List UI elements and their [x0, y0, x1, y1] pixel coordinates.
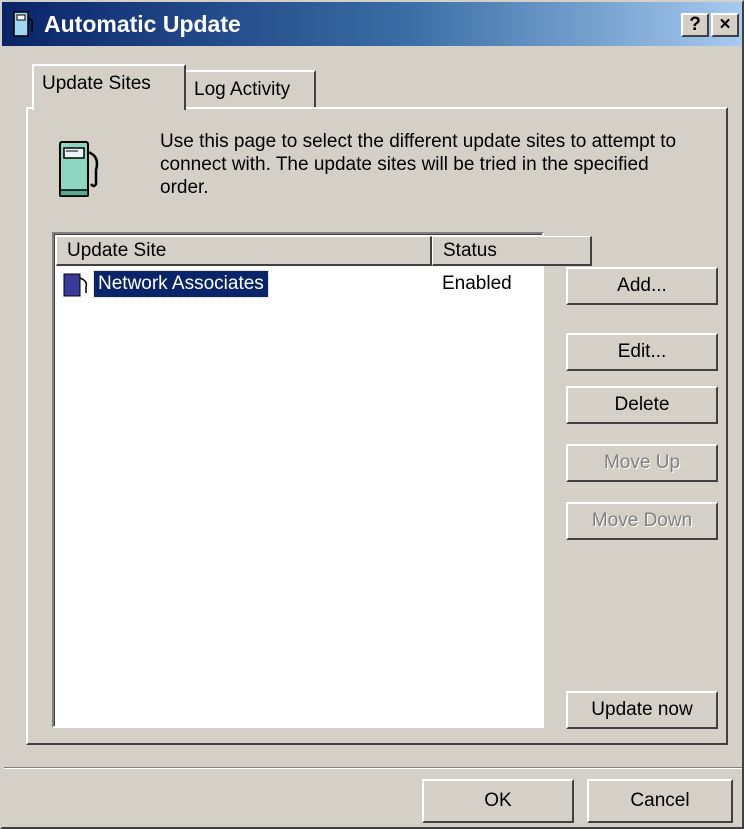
update-now-button[interactable]: Update now — [566, 691, 718, 729]
gas-pump-icon — [63, 273, 88, 297]
divider — [4, 767, 742, 769]
instructions-text: Use this page to select the different up… — [160, 131, 677, 198]
edit-button[interactable]: Edit... — [566, 333, 718, 371]
site-status: Enabled — [442, 273, 512, 294]
column-header-status[interactable]: Status — [432, 236, 592, 266]
window-title: Automatic Update — [44, 11, 241, 37]
tab-log-activity[interactable]: Log Activity — [184, 70, 316, 108]
update-sites-list[interactable]: Update Site Status Network Associates En… — [52, 232, 592, 728]
automatic-update-dialog: Automatic Update ? × Update Sites Log Ac… — [0, 0, 744, 829]
cancel-button[interactable]: Cancel — [587, 779, 733, 823]
delete-button[interactable]: Delete — [566, 386, 718, 424]
move-down-button[interactable]: Move Down — [566, 502, 718, 540]
site-name[interactable]: Network Associates — [93, 270, 269, 298]
ok-button[interactable]: OK — [422, 779, 574, 823]
list-item[interactable]: Network Associates Enabled — [58, 270, 542, 298]
add-button[interactable]: Add... — [566, 267, 718, 305]
move-up-button[interactable]: Move Up — [566, 444, 718, 482]
title-bar[interactable]: Automatic Update ? × — [2, 2, 742, 46]
column-header-update-site[interactable]: Update Site — [56, 236, 432, 266]
help-button[interactable]: ? — [681, 13, 709, 37]
gas-pump-icon — [59, 141, 99, 197]
tab-update-sites[interactable]: Update Sites — [32, 64, 186, 110]
close-button[interactable]: × — [711, 13, 739, 37]
gas-pump-icon — [13, 11, 34, 37]
